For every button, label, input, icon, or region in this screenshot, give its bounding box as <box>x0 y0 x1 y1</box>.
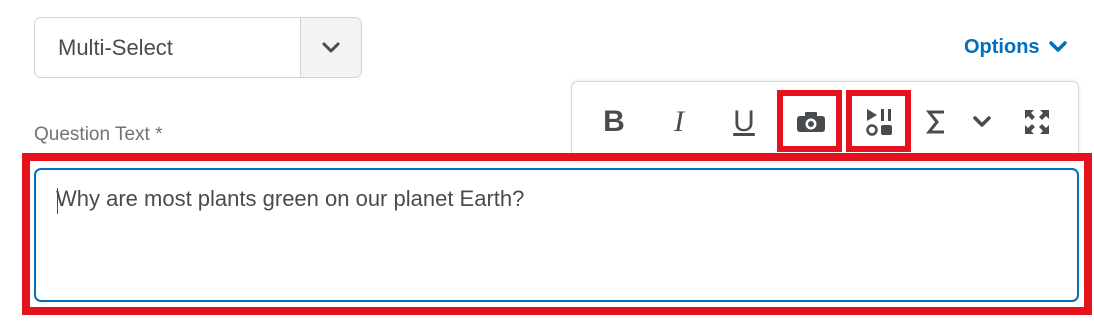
options-label: Options <box>964 35 1040 58</box>
fullscreen-icon <box>1025 110 1049 134</box>
underline-button[interactable]: U <box>728 100 760 144</box>
bold-button[interactable]: B <box>596 100 632 144</box>
question-text-editor[interactable]: Why are most plants green on our planet … <box>34 168 1079 302</box>
chevron-down-icon <box>322 42 340 52</box>
question-text-label: Question Text * <box>34 124 163 145</box>
chevron-down-icon <box>1048 41 1067 52</box>
sigma-icon <box>926 110 944 134</box>
question-type-select[interactable]: Multi-Select <box>34 17 362 78</box>
fullscreen-button[interactable] <box>1020 100 1054 144</box>
italic-button[interactable]: I <box>664 100 694 144</box>
insert-image-highlight <box>777 90 842 152</box>
more-options-button[interactable] <box>968 100 996 144</box>
equation-button[interactable] <box>922 100 950 144</box>
options-link[interactable]: Options <box>964 34 1068 60</box>
question-type-value: Multi-Select <box>58 35 173 60</box>
chevron-down-icon <box>973 116 991 127</box>
insert-media-highlight <box>846 90 911 152</box>
question-text-value: Why are most plants green on our planet … <box>56 186 525 211</box>
select-caret-button[interactable] <box>300 18 361 77</box>
